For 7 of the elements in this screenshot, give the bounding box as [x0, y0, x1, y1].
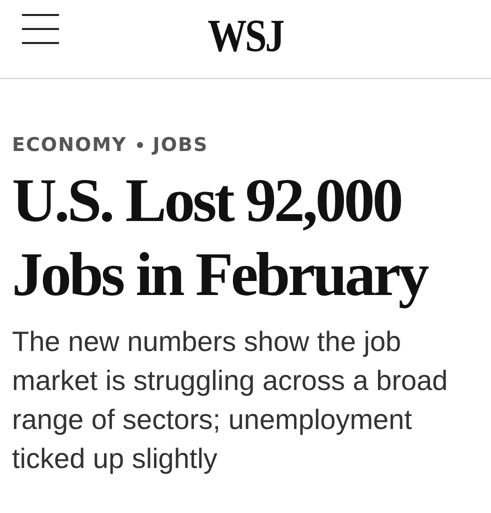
- separator-dot: [136, 142, 143, 148]
- section-link[interactable]: JOBS: [152, 134, 208, 156]
- subheadline: The new numbers show the job market is struggling across a broad range of sectors; unemployment ticked up slightly: [12, 325, 449, 476]
- menu-icon[interactable]: [22, 14, 59, 44]
- headline: U.S. Lost 92,000 Jobs in February: [12, 166, 428, 311]
- logo[interactable]: WSJ: [208, 8, 284, 62]
- section-link[interactable]: ECONOMY: [12, 134, 127, 156]
